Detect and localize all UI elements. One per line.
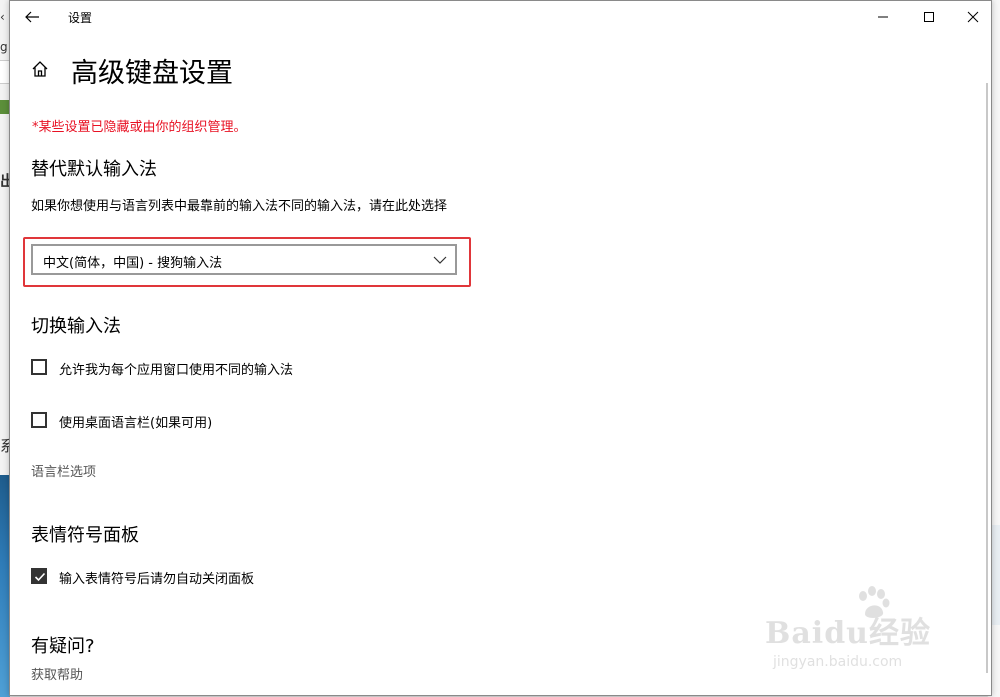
chevron-down-icon <box>433 256 447 264</box>
emoji-panel-label: 输入表情符号后请勿自动关闭面板 <box>59 572 255 587</box>
emoji-panel-checkbox[interactable] <box>31 568 47 584</box>
settings-window: 设置 高级键盘设置 *某些设置已隐藏或由你的组织管理。 替代默认输入法 如果你想… <box>9 0 992 696</box>
switch-section-title: 切换输入法 <box>31 316 121 337</box>
baidu-watermark: Baidu经验 jingyan.baidu.com <box>765 586 965 681</box>
close-button[interactable] <box>950 1 991 33</box>
get-help-link[interactable]: 获取帮助 <box>31 664 83 683</box>
page-title: 高级键盘设置 <box>71 58 233 89</box>
close-icon <box>967 11 979 23</box>
desktop-language-bar-checkbox[interactable] <box>31 412 47 428</box>
maximize-button[interactable] <box>906 1 952 33</box>
help-section-title: 有疑问? <box>31 636 95 657</box>
maximize-icon <box>924 12 934 22</box>
background-fragment: g <box>0 40 8 54</box>
title-bar: 设置 <box>10 1 991 33</box>
minimize-icon <box>878 16 888 18</box>
scrollbar[interactable] <box>986 83 988 673</box>
language-bar-options-link[interactable]: 语言栏选项 <box>31 461 96 480</box>
background-arrow: ‹ <box>0 10 5 24</box>
minimize-button[interactable] <box>860 1 906 33</box>
managed-notice: *某些设置已隐藏或由你的组织管理。 <box>32 120 247 135</box>
home-button[interactable] <box>30 59 50 79</box>
emoji-section-title: 表情符号面板 <box>31 525 139 546</box>
watermark-url: jingyan.baidu.com <box>773 654 903 670</box>
input-method-dropdown[interactable]: 中文(简体，中国) - 搜狗输入法 <box>31 244 457 275</box>
back-button[interactable] <box>20 5 44 29</box>
desktop-language-bar-label: 使用桌面语言栏(如果可用) <box>59 416 213 431</box>
override-description: 如果你想使用与语言列表中最靠前的输入法不同的输入法，请在此处选择 <box>31 199 448 214</box>
window-title: 设置 <box>68 11 93 25</box>
dropdown-selected-value: 中文(简体，中国) - 搜狗输入法 <box>43 256 223 271</box>
home-icon <box>32 61 48 77</box>
watermark-brand: Baidu经验 <box>765 616 931 651</box>
checkmark-icon <box>34 572 46 582</box>
per-app-input-checkbox[interactable] <box>31 359 47 375</box>
override-section-title: 替代默认输入法 <box>31 159 157 180</box>
back-arrow-icon <box>25 11 39 23</box>
per-app-input-label: 允许我为每个应用窗口使用不同的输入法 <box>59 363 294 378</box>
